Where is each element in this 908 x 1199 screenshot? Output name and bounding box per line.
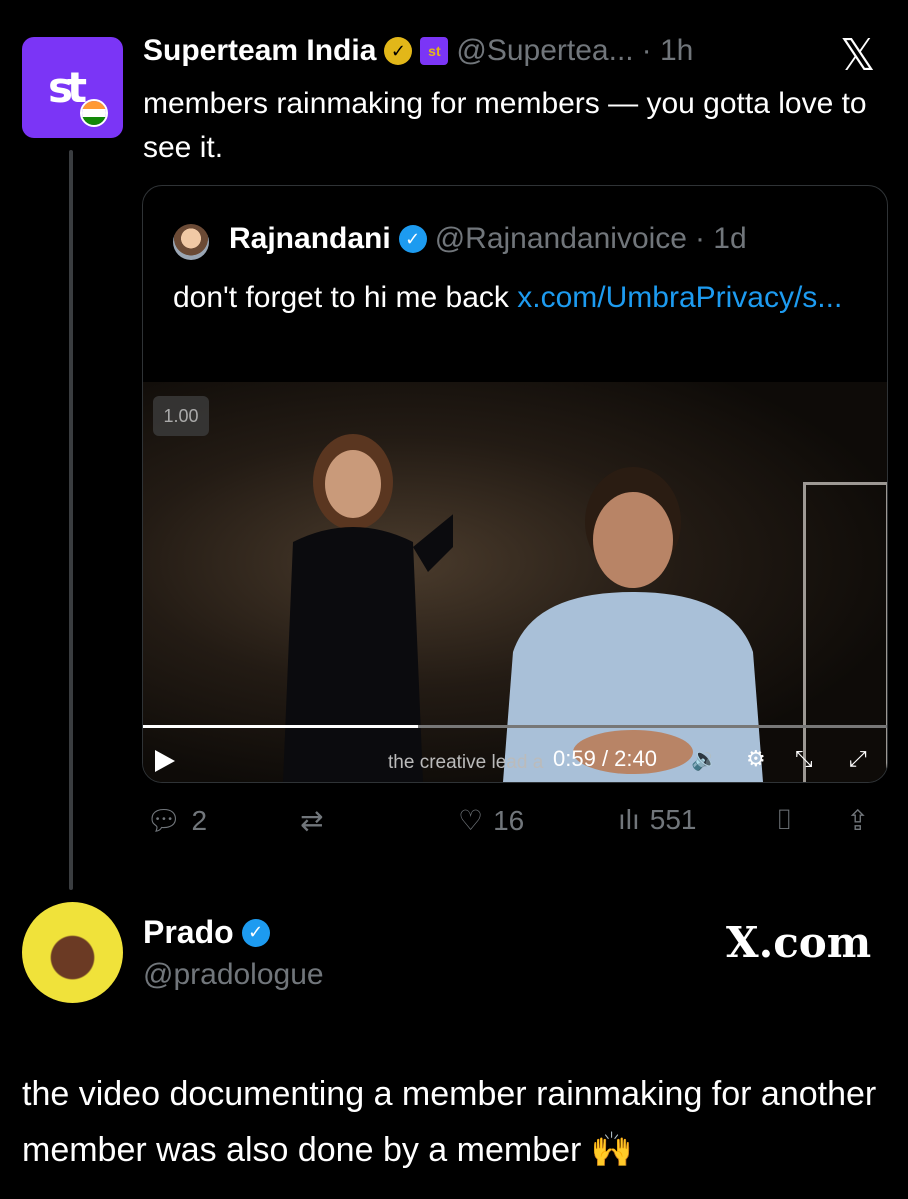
quote-author-name[interactable]: Rajnandani (229, 222, 391, 256)
xcom-watermark: X.com (726, 918, 872, 967)
post-header: Prado ✓ (143, 914, 270, 951)
retweet-button[interactable]: ⇄ (300, 804, 333, 837)
post-author-name[interactable]: Prado (143, 914, 234, 951)
verified-gold-icon: ✓ (384, 37, 413, 65)
superteam-avatar[interactable]: st (22, 37, 123, 138)
time-total: 2:40 (614, 746, 657, 771)
reply-count: 2 (191, 804, 208, 836)
rajnandani-avatar[interactable] (173, 224, 209, 260)
post-text: the video documenting a member rainmakin… (22, 1075, 877, 1169)
video-caption: the creative lead a (388, 752, 544, 773)
quoted-tweet-card[interactable]: Rajnandani ✓ @Rajnandanivoice · 1d don't… (142, 185, 888, 783)
bookmark-icon: ⌷ (776, 804, 793, 835)
bookmark-button[interactable]: ⌷ (776, 804, 793, 837)
pip-icon[interactable]: ⤡ (795, 746, 813, 772)
play-icon[interactable] (155, 750, 175, 772)
tweet-header: Superteam India ✓ st @Supertea... · 1h (143, 34, 693, 68)
views-chart-icon: ılı (618, 804, 640, 835)
x-logo-icon[interactable]: 𝕏 (840, 30, 875, 81)
india-flag-icon (80, 99, 108, 127)
like-button[interactable]: ♡ 16 (458, 804, 524, 837)
video-timecode: 0:59 / 2:40 (553, 746, 657, 771)
views-button[interactable]: ılı 551 (618, 804, 697, 836)
tweet-time[interactable]: · 1h (642, 34, 694, 68)
post-handle[interactable]: @pradologue (143, 958, 324, 992)
video-player[interactable]: 1.00 the creative lead a 0:59 / 2:40 🔉 ⚙… (143, 382, 887, 782)
quote-text: don't forget to hi me back x.com/UmbraPr… (173, 276, 873, 320)
share-icon: ⇪ (846, 805, 870, 836)
quote-body: don't forget to hi me back (173, 281, 509, 314)
reply-button[interactable]: 💬︎ 2 (146, 804, 207, 837)
tweet-text: members rainmaking for members — you got… (143, 87, 867, 164)
verified-blue-icon: ✓ (398, 225, 427, 253)
reply-icon: 💬︎ (146, 805, 182, 836)
affiliate-badge-icon: st (420, 37, 449, 65)
thread-line (69, 150, 73, 890)
heart-icon: ♡ (458, 805, 484, 836)
quote-handle[interactable]: @Rajnandanivoice (435, 222, 687, 256)
video-progress-fill (143, 725, 419, 728)
author-handle[interactable]: @Supertea... (456, 34, 633, 68)
quote-header: Rajnandani ✓ @Rajnandanivoice · 1d (229, 222, 747, 256)
quote-time[interactable]: · 1d (695, 222, 747, 256)
video-controls: the creative lead a 0:59 / 2:40 🔉 ⚙ ⤡ ⤢ (143, 732, 887, 782)
settings-gear-icon[interactable]: ⚙ (746, 746, 766, 772)
prado-avatar[interactable] (22, 902, 123, 1003)
fullscreen-icon[interactable]: ⤢ (849, 746, 867, 772)
verified-blue-icon: ✓ (241, 918, 270, 947)
share-button[interactable]: ⇪ (846, 804, 869, 837)
author-name[interactable]: Superteam India (143, 34, 376, 68)
like-count: 16 (493, 804, 525, 836)
views-count: 551 (649, 804, 697, 835)
superteam-logo: st (48, 63, 87, 112)
volume-icon[interactable]: 🔉 (691, 746, 718, 772)
retweet-icon: ⇄ (300, 805, 324, 836)
time-current: 0:59 (553, 746, 596, 771)
quote-link[interactable]: x.com/UmbraPrivacy/s... (517, 281, 842, 314)
playback-speed-label[interactable]: 1.00 (153, 396, 209, 436)
